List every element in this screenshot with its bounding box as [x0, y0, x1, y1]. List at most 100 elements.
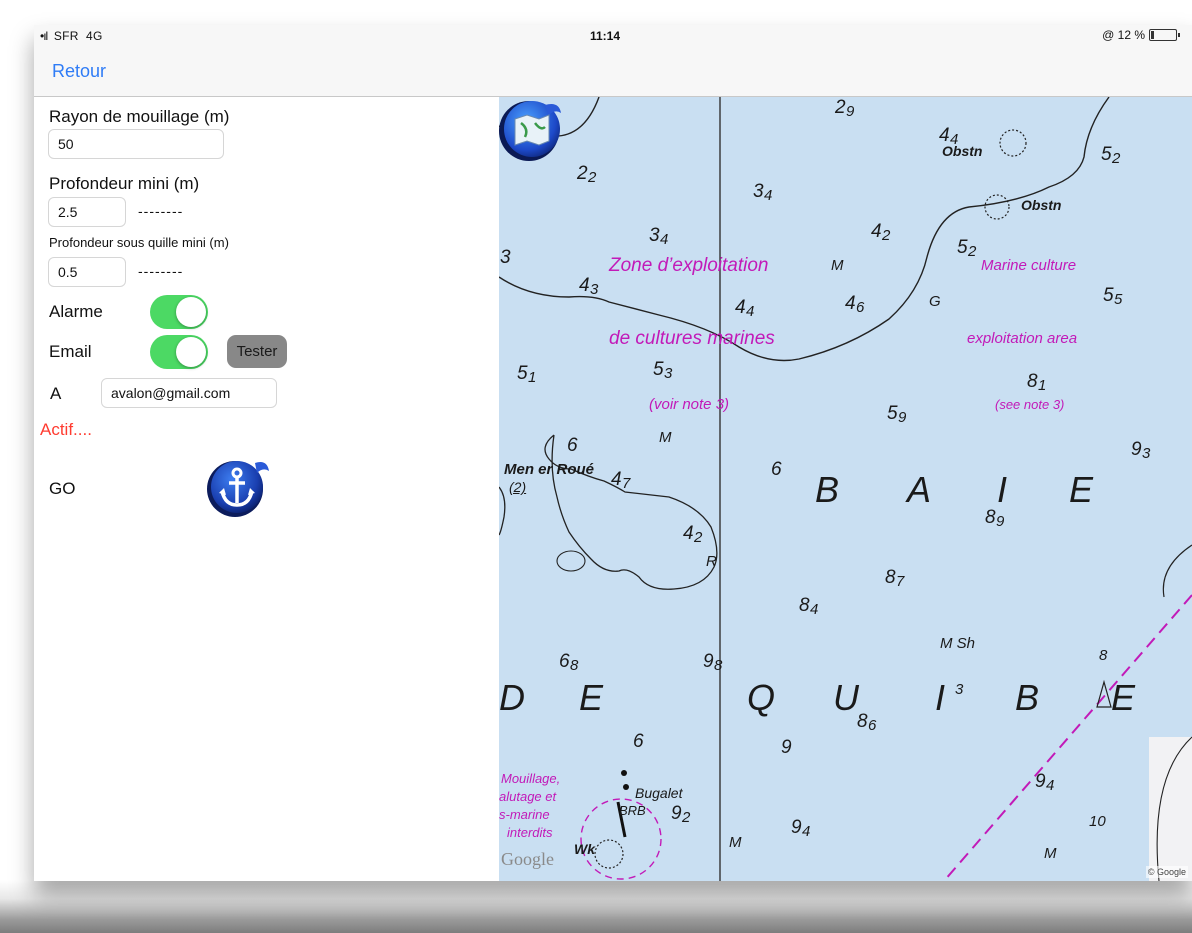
sounding-sub: 6 [856, 299, 865, 316]
bay-letter: I [997, 469, 1008, 510]
keel-depth-input[interactable]: 0.5 [48, 257, 126, 287]
email-toggle[interactable] [150, 335, 208, 369]
map-label: s-marine [499, 807, 550, 822]
map-label: Mouillage, [501, 771, 561, 786]
sounding-sub: 2 [968, 243, 977, 260]
map-label: interdits [507, 825, 553, 840]
map-label: alutage et [499, 789, 557, 804]
carrier-name: SFR [53, 29, 79, 43]
keel-depth-label: Profondeur sous quille mini (m) [49, 235, 229, 250]
anchor-icon [207, 461, 269, 517]
sounding: 5 [653, 359, 664, 380]
map-label: Marine culture [981, 257, 1077, 274]
sounding-sub: 7 [622, 475, 631, 492]
map-label: exploitation area [967, 330, 1078, 347]
sounding: 5 [1103, 285, 1114, 306]
sounding: 6 [559, 651, 570, 672]
recipient-label: A [50, 384, 62, 403]
navigation-bar: Retour [34, 47, 1192, 97]
alarm-toggle[interactable] [150, 295, 208, 329]
seabed-label: M [1044, 845, 1057, 862]
sounding-sub: 3 [590, 281, 599, 298]
sounding: 9 [781, 737, 792, 758]
bay-letter: Q [747, 677, 776, 718]
wreck-label: Wk [574, 841, 595, 857]
alarm-label: Alarme [49, 302, 103, 321]
device-shadow [0, 880, 1192, 933]
sounding: 8 [885, 567, 896, 588]
radius-input[interactable]: 50 [48, 129, 224, 159]
sounding-sub: 1 [528, 369, 537, 386]
battery-icon [1149, 29, 1177, 41]
status-bar: •ıl SFR 4G 11:14 @ 12 % [34, 25, 1192, 47]
ipad-screen: •ıl SFR 4G 11:14 @ 12 % Retour Rayon de … [34, 25, 1192, 881]
bay-letter: E [1069, 469, 1094, 510]
sounding: 4 [871, 221, 882, 242]
min-depth-input[interactable]: 2.5 [48, 197, 126, 227]
sounding: 3 [649, 225, 660, 246]
sounding: 3 [500, 247, 511, 268]
sounding: 5 [887, 403, 898, 424]
tester-button[interactable]: Tester [227, 335, 287, 368]
map-label: de cultures marines [609, 328, 775, 349]
nautical-chart-map[interactable]: Zone d’exploitation de cultures marines … [499, 97, 1192, 881]
clock: 11:14 [590, 29, 621, 43]
sounding-sub: 4 [802, 823, 811, 840]
sounding-sub: 8 [714, 657, 723, 674]
sounding-sub: 4 [950, 131, 959, 148]
seabed-label: M Sh [940, 635, 976, 652]
sounding: 4 [845, 293, 856, 314]
sounding: 4 [939, 125, 950, 146]
email-address-input[interactable]: avalon@gmail.com [101, 378, 277, 408]
place-name: (2) [509, 479, 527, 495]
sounding-sub: 5 [1114, 291, 1123, 308]
go-anchor-button[interactable] [205, 453, 273, 521]
back-button[interactable]: Retour [52, 61, 106, 82]
sounding: 9 [791, 817, 802, 838]
radius-label: Rayon de mouillage (m) [49, 107, 230, 126]
sounding: 6 [567, 435, 578, 456]
seabed-label: M [729, 834, 742, 851]
sounding-sub: 3 [664, 365, 673, 382]
network-type: 4G [86, 29, 103, 43]
sounding-sub: 2 [588, 169, 597, 186]
sounding: 4 [735, 297, 746, 318]
sounding: 8 [1027, 371, 1038, 392]
carrier-info: •ıl SFR 4G [40, 29, 103, 43]
place-name: Bugalet [635, 785, 683, 801]
sounding-sub: 9 [996, 513, 1005, 530]
sounding-sub: 9 [898, 409, 907, 426]
bay-letter: B [815, 469, 840, 510]
sounding: 2 [835, 97, 846, 118]
seabed-label: M [831, 257, 844, 274]
sounding: 5 [517, 363, 528, 384]
sounding: 8 [857, 711, 868, 732]
chart-app-logo-button[interactable] [499, 97, 565, 163]
sounding-sub: 3 [1142, 445, 1151, 462]
map-label: (voir note 3) [649, 396, 730, 413]
sounding-sub: 3 [955, 681, 964, 698]
keel-depth-readout: -------- [138, 263, 184, 279]
sounding: 5 [1101, 144, 1112, 165]
sounding: 4 [611, 469, 622, 490]
sounding: 4 [683, 523, 694, 544]
toggle-knob [176, 337, 206, 367]
sounding: 6 [771, 459, 782, 480]
place-name: Men er Roué [504, 461, 595, 478]
bay-letter: A [907, 469, 932, 510]
battery-indicator: @ 12 % [1102, 28, 1180, 42]
map-copyright: © Google [1145, 866, 1188, 878]
min-depth-label: Profondeur mini (m) [49, 174, 200, 193]
bay-letter: I [935, 677, 946, 718]
sounding-sub: 4 [810, 601, 819, 618]
battery-fill [1151, 31, 1154, 39]
bay-letter: B [1015, 677, 1040, 718]
seabed-label: G [929, 293, 941, 310]
seabed-label: M [659, 429, 672, 446]
sounding: 3 [753, 181, 764, 202]
signal-icon: •ıl [40, 29, 48, 43]
sounding-sub: 6 [868, 717, 877, 734]
obstruction-label: Obstn [1021, 197, 1062, 213]
map-label: (see note 3) [995, 397, 1065, 412]
sounding: 10 [1089, 813, 1106, 830]
